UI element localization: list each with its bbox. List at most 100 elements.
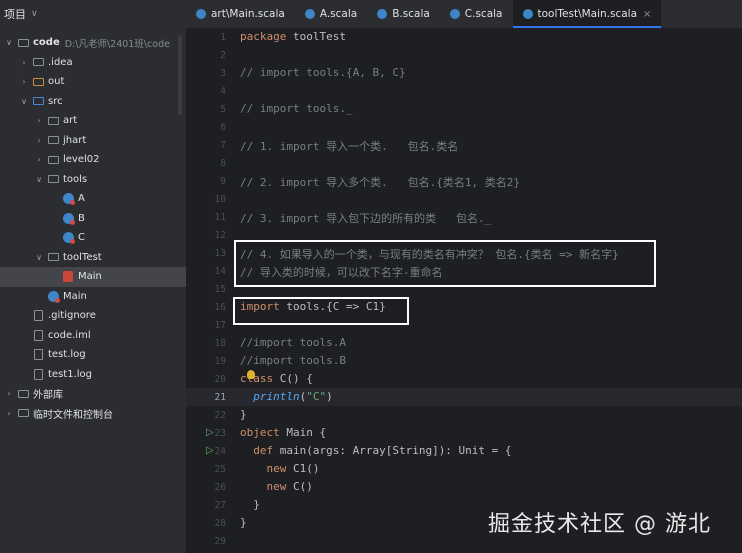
code-token: C1() — [286, 462, 320, 475]
tree-item-label: Main — [78, 271, 102, 283]
tree-item[interactable]: .gitignore — [0, 306, 186, 326]
code-line[interactable]: //import tools.A — [240, 336, 346, 349]
code-token: new — [266, 462, 287, 475]
code-token: println — [253, 390, 300, 403]
code-token: } — [240, 498, 260, 511]
chevron-down-icon[interactable]: ∨ — [34, 253, 44, 262]
chevron-right-icon[interactable]: › — [19, 77, 29, 86]
code-line[interactable]: new C1() — [240, 462, 320, 475]
scala-file-icon — [62, 271, 74, 283]
code-token: //import tools.B — [240, 354, 346, 367]
chevron-down-icon[interactable]: ∨ — [34, 175, 44, 184]
code-line[interactable]: } — [240, 516, 247, 529]
tree-item[interactable]: › 临时文件和控制台 — [0, 404, 186, 424]
editor-tab[interactable]: C.scala — [440, 0, 513, 28]
tree-item[interactable]: code.iml — [0, 326, 186, 346]
editor-tab[interactable]: A.scala — [295, 0, 367, 28]
code-line[interactable]: // import tools.{A, B, C} — [240, 66, 406, 79]
line-number: 14 — [214, 266, 226, 277]
tree-item[interactable]: Main — [0, 267, 186, 287]
code-line[interactable]: object Main { — [240, 426, 326, 439]
chevron-down-icon[interactable]: ∨ — [19, 97, 29, 106]
chevron-down-icon[interactable]: ∨ — [4, 38, 14, 47]
chevron-right-icon[interactable]: › — [19, 58, 29, 67]
line-number: 21 — [214, 392, 226, 403]
scala-object-icon — [47, 290, 60, 303]
tree-item[interactable]: ∨ code D:\凡老师\2401班\code — [0, 33, 186, 53]
code-token: // 2. import 导入多个类. 包名.{类名1, 类名2} — [240, 176, 520, 189]
tree-item[interactable]: › 外部库 — [0, 384, 186, 404]
sidebar-scrollbar[interactable] — [178, 35, 182, 115]
code-token: package — [240, 30, 287, 43]
tree-item[interactable]: › out — [0, 72, 186, 92]
close-icon[interactable]: × — [643, 9, 651, 20]
tree-item[interactable]: test.log — [0, 345, 186, 365]
file-icon — [32, 349, 44, 361]
tree-item[interactable]: › art — [0, 111, 186, 131]
code-line[interactable]: // 3. import 导入包下边的所有的类 包名._ — [240, 210, 491, 226]
tree-item[interactable]: › jhart — [0, 131, 186, 151]
tree-item[interactable]: Main — [0, 287, 186, 307]
code-line[interactable]: // import tools._ — [240, 102, 353, 115]
tree-item[interactable]: ∨ src — [0, 92, 186, 112]
tree-item-label: test1.log — [48, 368, 92, 380]
tree-item[interactable]: › .idea — [0, 53, 186, 73]
project-header[interactable]: 项目 ∨ — [0, 0, 186, 28]
line-number: 18 — [214, 338, 226, 349]
code-token: C() — [286, 480, 313, 493]
folder-orange-icon — [32, 76, 44, 87]
file-icon — [32, 329, 44, 341]
tree-item[interactable]: test1.log — [0, 365, 186, 385]
run-icon[interactable]: ▷ — [206, 445, 214, 456]
chevron-right-icon[interactable]: › — [34, 116, 44, 125]
editor-tabs: art\Main.scala A.scala B.scala C.scala toolT… — [186, 0, 742, 28]
code-token: Main { — [279, 426, 327, 439]
line-number: 25 — [214, 464, 226, 475]
code-token: main(args: Array[String]): Unit = { — [273, 444, 512, 457]
folder-blue-icon — [32, 96, 44, 107]
code-token: new — [266, 480, 287, 493]
line-number: 7 — [220, 140, 226, 151]
tree-item[interactable]: C — [0, 228, 186, 248]
code-line[interactable]: // 2. import 导入多个类. 包名.{类名1, 类名2} — [240, 174, 520, 190]
run-icon[interactable]: ▷ — [206, 427, 214, 438]
line-number: 5 — [220, 104, 226, 115]
package-icon — [47, 115, 59, 126]
chevron-right-icon[interactable]: › — [4, 409, 14, 418]
chevron-right-icon[interactable]: › — [4, 389, 14, 398]
tree-item[interactable]: › level02 — [0, 150, 186, 170]
code-token: "C" — [306, 390, 327, 403]
chevron-right-icon[interactable]: › — [34, 136, 44, 145]
code-line[interactable]: package toolTest — [240, 30, 346, 43]
highlight-box-import — [233, 297, 409, 325]
code-line[interactable]: } — [240, 408, 247, 421]
code-token: class — [240, 372, 274, 385]
editor-tab[interactable]: art\Main.scala — [186, 0, 295, 28]
chevron-right-icon[interactable]: › — [34, 155, 44, 164]
lightbulb-icon[interactable] — [247, 370, 255, 379]
scala-object-icon — [62, 193, 75, 206]
package-icon — [47, 174, 59, 185]
code-line[interactable]: // 1. import 导入一个类. 包名.类名 — [240, 138, 458, 154]
chevron-down-icon[interactable]: ∨ — [31, 9, 38, 19]
tree-item[interactable]: ∨ tools — [0, 170, 186, 190]
code-line[interactable]: //import tools.B — [240, 354, 346, 367]
tree-item[interactable]: B — [0, 209, 186, 229]
watermark: 掘金技术社区 @ 游北 — [488, 512, 711, 537]
code-line[interactable]: } — [240, 498, 260, 511]
code-line[interactable]: new C() — [240, 480, 313, 493]
editor-tab[interactable]: toolTest\Main.scala × — [512, 0, 662, 28]
tree-item[interactable]: A — [0, 189, 186, 209]
editor-tab[interactable]: B.scala — [367, 0, 440, 28]
code-line[interactable]: def main(args: Array[String]): Unit = { — [240, 444, 512, 457]
code-token: C() { — [273, 372, 313, 385]
tree-item-label: toolTest — [63, 251, 102, 263]
line-number: 28 — [214, 518, 226, 529]
tree-item-label: B — [78, 212, 85, 224]
tree-item[interactable]: ∨ toolTest — [0, 248, 186, 268]
tree-item-label: A — [78, 193, 85, 205]
code-editor[interactable]: 1 2 3 4 5 6 7 8 9 10 11 12 13 14 15 16 17 18 19 20 21 22 23 24 2… — [186, 28, 742, 553]
code-line[interactable]: println("C") — [240, 390, 332, 403]
folder-icon — [32, 57, 44, 68]
